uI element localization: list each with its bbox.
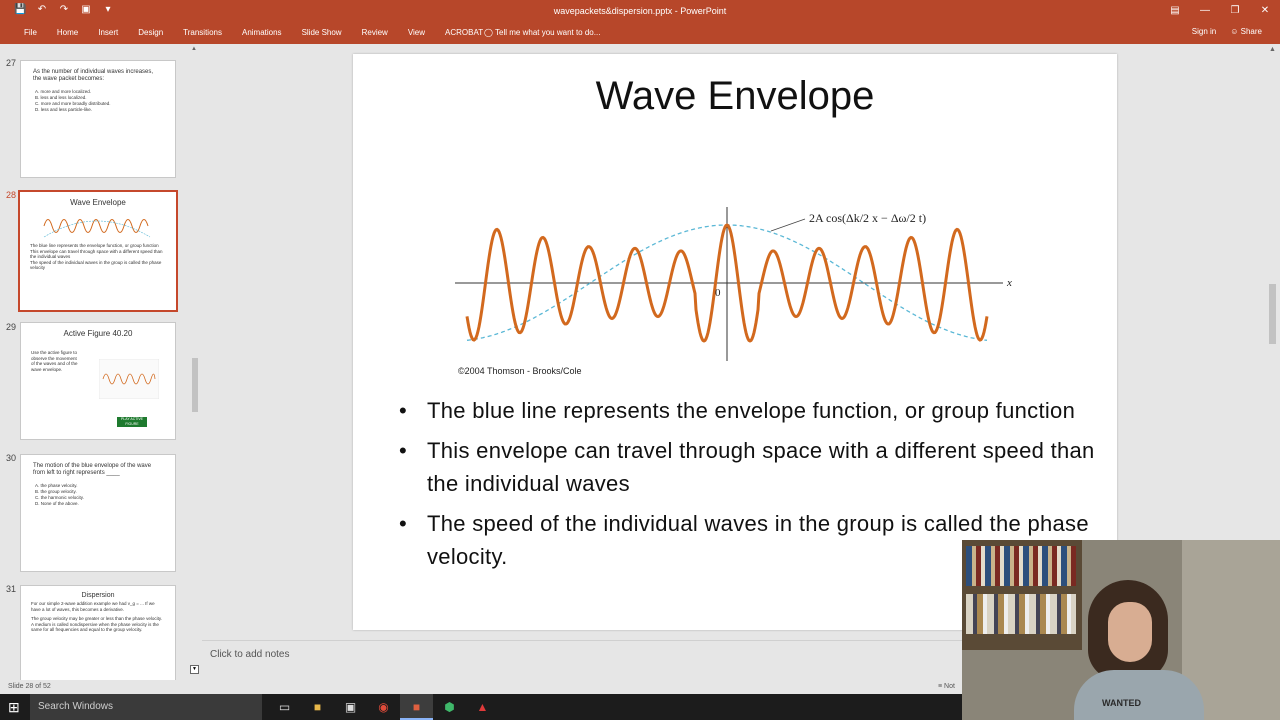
thumb-bullet: For our simple 2-wave addition example w… [31,601,155,612]
ribbon: File Home Insert Design Transitions Anim… [0,22,1280,44]
thumb-number: 27 [6,58,17,68]
slide-thumbnail-28[interactable]: Wave Envelope The blue line represents t… [18,190,178,312]
scroll-down-icon[interactable]: ▼ [190,665,199,674]
scroll-up-icon[interactable]: ▲ [1269,46,1276,53]
tab-view[interactable]: View [398,28,435,37]
powerpoint-icon[interactable]: ■ [400,694,433,720]
presenter-shirt [1074,670,1204,720]
restore-icon[interactable]: ❐ [1220,0,1250,22]
thumb-bullet: The speed of the individual waves in the… [30,259,162,271]
thumb-option: D. less and less particle-like. [35,107,93,112]
thumb-title: Active Figure 40.20 [63,329,133,338]
taskbar-search[interactable]: Search Windows [30,694,262,720]
window-title: wavepackets&dispersion.pptx - PowerPoint [553,6,727,16]
thumb-options: A. the phase velocity. B. the group velo… [21,479,175,511]
thumb-bullet: The group velocity may be greater or les… [31,616,162,632]
bookshelf [962,540,1082,650]
thumb-options: A. more and more localized. B. less and … [21,85,175,117]
slide-thumbnail-29[interactable]: Active Figure 40.20 Use the active figur… [20,322,176,440]
scrollbar-thumb[interactable] [192,358,198,412]
scrollbar-thumb[interactable] [1269,284,1276,344]
share-label: Share [1240,27,1262,36]
lightbulb-icon: ◯ [484,28,493,37]
wave-envelope-figure: 2A cos(Δk/2 x − Δω/2 t) x 0 [455,207,1012,361]
share-button[interactable]: ☺ Share [1230,27,1262,36]
taskbar-apps: ▭ ■ ▣ ◉ ■ ⬢ ▲ [268,694,499,720]
x-axis-label: x [1006,277,1012,289]
slide-thumbnail-31[interactable]: Dispersion For our simple 2-wave additio… [20,585,176,680]
envelope-pointer [770,218,806,232]
thumb-question: As the number of individual waves increa… [33,69,154,82]
bullet-item: The blue line represents the envelope fu… [397,394,1097,427]
slide-thumbnails-panel: 27 As the number of individual waves inc… [0,44,202,680]
slide-thumbnail-27[interactable]: As the number of individual waves increa… [20,60,176,178]
webcam-overlay: WANTED [962,540,1280,720]
thumb-question: The motion of the blue envelope of the w… [33,463,152,476]
tell-me-text: Tell me what you want to do... [495,28,601,37]
tell-me-box[interactable]: ◯ Tell me what you want to do... [484,28,600,37]
notes-icon: ≡ [938,683,943,690]
shirt-text: WANTED [1102,698,1141,708]
minimize-icon[interactable]: — [1190,0,1220,22]
thumb-option: D. None of the above. [35,501,79,506]
task-view-icon[interactable]: ▭ [268,694,301,720]
envelope-label: 2A cos(Δk/2 x − Δω/2 t) [809,211,926,225]
thumb-number: 29 [6,322,17,332]
slide-title[interactable]: Wave Envelope [353,74,1117,119]
slide-thumbnail-30[interactable]: The motion of the blue envelope of the w… [20,454,176,572]
ribbon-display-icon[interactable]: ▤ [1160,0,1190,22]
thumb-active-figure [99,359,159,399]
tab-review[interactable]: Review [352,28,398,37]
thumb-number: 28 [6,190,17,200]
bullet-item: This envelope can travel through space w… [397,434,1097,500]
ribbon-tabs: File Home Insert Design Transitions Anim… [14,28,493,37]
sign-in-link[interactable]: Sign in [1192,27,1216,36]
thumbnail-scrollbar[interactable]: ▲ ▼ [190,46,200,674]
thumb-wave-figure [43,219,151,238]
books-bottom [966,594,1076,634]
file-explorer-icon[interactable]: ■ [301,694,334,720]
origin-label: 0 [715,287,721,299]
store-icon[interactable]: ▣ [334,694,367,720]
presenter-face [1108,602,1152,662]
thumb-bullets: For our simple 2-wave addition example w… [21,599,175,635]
tab-transitions[interactable]: Transitions [173,28,232,37]
window-controls: ▤ — ❐ ✕ [1160,0,1280,22]
thumb-play-button: PLAY ACTIVE FIGURE [117,417,147,427]
tab-slide-show[interactable]: Slide Show [292,28,352,37]
notes-placeholder[interactable]: Click to add notes [210,649,290,660]
chrome-icon[interactable]: ◉ [367,694,400,720]
account-area: Sign in ☺ Share [1192,27,1262,36]
powerpoint-window: 💾 ↶ ↷ ▣ ▾ wavepackets&dispersion.pptx - … [0,0,1280,720]
thumb-bullet: The blue line represents the envelope fu… [30,243,159,248]
tab-insert[interactable]: Insert [88,28,128,37]
thumb-title: Wave Envelope [70,198,126,207]
thumb-number: 31 [6,584,17,594]
thumb-bullet: Use the active figure to observe the mov… [31,350,78,372]
notes-toggle-label: Not [944,683,955,690]
books-top [966,546,1076,586]
windows-start-icon[interactable]: ⊞ [8,699,20,716]
thumb-bullets: Use the active figure to observe the mov… [21,348,91,374]
thumb-bullet: This envelope can travel through space w… [30,248,163,260]
tab-design[interactable]: Design [128,28,173,37]
thumb-bullets: The blue line represents the envelope fu… [20,241,176,273]
tab-animations[interactable]: Animations [232,28,292,37]
person-icon: ☺ [1230,27,1239,36]
notes-toggle[interactable]: ≡ Not [938,683,955,690]
thumb-number: 30 [6,453,17,463]
figure-copyright: ©2004 Thomson - Brooks/Cole [458,366,582,376]
title-bar: 💾 ↶ ↷ ▣ ▾ wavepackets&dispersion.pptx - … [0,0,1280,22]
close-icon[interactable]: ✕ [1250,0,1280,22]
app-green-icon[interactable]: ⬢ [433,694,466,720]
tab-file[interactable]: File [14,28,47,37]
thumb-title: Dispersion [81,592,115,599]
slide-counter: Slide 28 of 52 [8,683,51,690]
acrobat-icon[interactable]: ▲ [466,694,499,720]
scroll-up-icon[interactable]: ▲ [191,46,197,52]
tab-home[interactable]: Home [47,28,88,37]
